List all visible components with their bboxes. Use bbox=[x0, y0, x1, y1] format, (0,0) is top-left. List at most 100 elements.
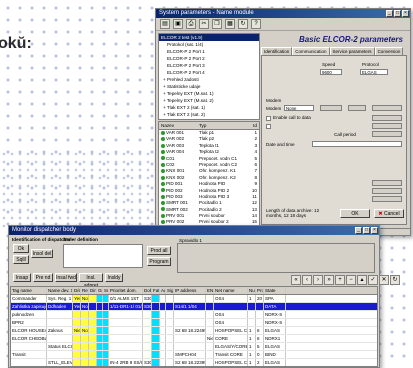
tree-item[interactable]: ELCOR-P 2 Port 1 bbox=[159, 48, 259, 55]
paste-icon[interactable]: ▦ bbox=[225, 19, 235, 29]
grid-cell[interactable]: Ref bbox=[81, 287, 89, 294]
next-record-icon[interactable]: › bbox=[313, 275, 323, 285]
modem-param-2[interactable] bbox=[348, 105, 366, 111]
list-col-id[interactable]: Id bbox=[241, 122, 257, 129]
tree-item[interactable]: ELCOR 2 test (v1.9) bbox=[159, 34, 259, 41]
tree-item[interactable]: + Tlak EXT 2 (sat. 1) bbox=[159, 104, 259, 111]
cancel-record-icon[interactable]: ✕ bbox=[379, 275, 389, 285]
table-row[interactable]: ELCOR HOUSEA Zaknus Nie No S2 68 18.224999 HO… bbox=[11, 327, 377, 335]
tree-item[interactable]: ELCOR-P 2 Port 2 bbox=[159, 55, 259, 62]
post-record-icon[interactable]: ✓ bbox=[368, 275, 378, 285]
definition-text-area[interactable] bbox=[63, 244, 143, 268]
service-field-2[interactable] bbox=[372, 188, 402, 194]
ok-button[interactable]: OK bbox=[340, 209, 370, 218]
cancel-button[interactable]: ✖ Cancel bbox=[374, 209, 404, 218]
edit-record-icon[interactable]: ▴ bbox=[357, 275, 367, 285]
grid-cell[interactable]: Tag name bbox=[11, 287, 47, 294]
table-row[interactable]: Commander Sys. Reg. 1 Yes No 0/1 ALMS 1ST S30… bbox=[11, 295, 377, 303]
dispatcher-grid[interactable]: Tag nameName dev. 1D/eRefDimGrSnPriorite… bbox=[10, 286, 378, 367]
grid-cell[interactable]: Sig bbox=[166, 287, 174, 294]
sql-button[interactable]: Sqlll bbox=[13, 255, 29, 264]
prod-all-button[interactable]: Prod all bbox=[147, 246, 171, 255]
date-time-field[interactable] bbox=[312, 141, 402, 147]
variables-list[interactable]: Nazev Typ Id VAR 001 Tlak p1 1 VAR 002 Tlak … bbox=[158, 121, 260, 235]
last-record-icon[interactable]: » bbox=[324, 275, 334, 285]
grid-cell[interactable]: Fat bbox=[152, 287, 160, 294]
print-icon[interactable]: ⎙ bbox=[186, 19, 196, 29]
monitor-close-button[interactable]: × bbox=[371, 227, 378, 234]
grid-cell[interactable]: Prioritet dom. bbox=[109, 287, 143, 294]
grid-header[interactable]: Tag nameName dev. 1D/eRefDimGrSnPriorite… bbox=[11, 287, 377, 295]
first-record-icon[interactable]: « bbox=[291, 275, 301, 285]
add-record-icon[interactable]: + bbox=[335, 275, 345, 285]
prend-button[interactable]: Pre nd bbox=[33, 273, 53, 282]
insal-fwd-button[interactable]: Insal fwd bbox=[55, 273, 77, 282]
grid-cell[interactable]: Dob bbox=[143, 287, 152, 294]
list-col-name[interactable]: Nazev bbox=[159, 122, 199, 129]
tree-item[interactable]: + Tepelny EXT (M.sat. 2) bbox=[159, 97, 259, 104]
tab-communication[interactable]: Communication bbox=[292, 47, 330, 55]
copy-icon[interactable]: ❐ bbox=[212, 19, 222, 29]
refresh-icon[interactable]: ↻ bbox=[238, 19, 248, 29]
tree-item[interactable]: ELCOR-P 2 Port 4 bbox=[159, 69, 259, 76]
modem-param-1[interactable] bbox=[320, 105, 342, 111]
tree-item[interactable]: + Statisticke udaje bbox=[159, 83, 259, 90]
protocol-select[interactable]: ELGAS bbox=[360, 69, 388, 75]
cut-icon[interactable]: ✂ bbox=[199, 19, 209, 29]
secondary-checkbox[interactable] bbox=[266, 124, 271, 129]
grid-cell[interactable]: Nub bbox=[248, 287, 256, 294]
grid-cell[interactable]: IP address bbox=[174, 287, 206, 294]
insert-delete-button[interactable]: Insol del bbox=[31, 249, 53, 258]
call-value-field[interactable] bbox=[372, 115, 402, 121]
tree-item[interactable]: Protokol (sat. 1/4) bbox=[159, 41, 259, 48]
enable-call-checkbox[interactable] bbox=[266, 116, 271, 121]
service-field-3[interactable] bbox=[372, 196, 402, 202]
tree-item[interactable]: + Tlak EXT 2 (sat. 2) bbox=[159, 111, 259, 118]
device-tree[interactable]: ELCOR 2 test (v1.9) Protokol (sat. 1/4) EL… bbox=[158, 33, 260, 120]
tree-item[interactable]: ELCOR-P 2 Port 3 bbox=[159, 62, 259, 69]
service-field-1[interactable] bbox=[372, 180, 402, 186]
monitor-maximize-button[interactable]: □ bbox=[363, 227, 370, 234]
help-icon[interactable]: ? bbox=[251, 19, 261, 29]
program-button[interactable]: Program bbox=[147, 257, 171, 266]
save-icon[interactable]: ▣ bbox=[173, 19, 183, 29]
grid-cell[interactable]: State bbox=[264, 287, 286, 294]
tab-conversion[interactable]: Conversion bbox=[374, 47, 404, 55]
tab-service-parameters[interactable]: Service parameters bbox=[329, 47, 375, 55]
prev-record-icon[interactable]: ‹ bbox=[302, 275, 312, 285]
modem-select[interactable]: None bbox=[284, 105, 314, 111]
grid-cell[interactable]: Dim bbox=[89, 287, 97, 294]
table-row[interactable]: Zahlistka zapisuje sa mnomDdhadenYesNo 1/… bbox=[11, 303, 377, 311]
grid-cell[interactable]: Net name bbox=[214, 287, 248, 294]
call-period-field[interactable] bbox=[372, 123, 402, 129]
delete-record-icon[interactable]: − bbox=[346, 275, 356, 285]
tab-identification[interactable]: Identification bbox=[261, 47, 293, 55]
ok-dispatch-button[interactable]: Ok bbox=[13, 244, 29, 253]
table-row[interactable]: ELCOR CHEDBLU Nie CORE 1 6 NDRX1 bbox=[11, 335, 377, 343]
list-col-type[interactable]: Typ bbox=[199, 122, 241, 129]
refresh-records-icon[interactable]: ↻ bbox=[390, 275, 400, 285]
close-button[interactable]: × bbox=[402, 10, 409, 17]
maximize-button[interactable]: □ bbox=[394, 10, 401, 17]
insldy-button[interactable]: Insldy bbox=[105, 273, 123, 282]
grid-cell[interactable]: ENT bbox=[206, 287, 214, 294]
insap-button[interactable]: Insap bbox=[13, 273, 31, 282]
tree-item[interactable]: + Prehled zadosti bbox=[159, 76, 259, 83]
grid-cell[interactable]: Proto bbox=[256, 287, 264, 294]
open-icon[interactable]: ▤ bbox=[160, 19, 170, 29]
table-row[interactable]: Status ELCOR ELGAS/Y/CORE15ELGAS bbox=[11, 343, 377, 351]
monitor-minimize-button[interactable]: _ bbox=[355, 227, 362, 234]
table-row[interactable]: Transit SMPCH04 Transit CORE 1 0 BIND bbox=[11, 351, 377, 359]
minimize-button[interactable]: _ bbox=[386, 10, 393, 17]
monitor-titlebar[interactable]: Monitor dispatcher body _ □ × bbox=[9, 226, 379, 235]
table-row[interactable]: puknodzen OS4 NDRX-S bbox=[11, 311, 377, 319]
modem-param-3[interactable] bbox=[372, 105, 402, 111]
speed-select[interactable]: 9600 bbox=[320, 69, 342, 75]
config-titlebar[interactable]: System parameters - Name module _ □ × bbox=[156, 9, 410, 18]
tree-item[interactable]: + Tepelny EXT (M.sat. 1) bbox=[159, 90, 259, 97]
table-row[interactable]: BPR2 OS4 NDRX-S bbox=[11, 319, 377, 327]
call-period-value[interactable] bbox=[372, 131, 402, 137]
insl-adpret-button[interactable]: Insl. adpret bbox=[79, 273, 103, 289]
grid-cell[interactable]: D/e bbox=[73, 287, 81, 294]
grid-cell[interactable]: Name dev. 1 bbox=[47, 287, 73, 294]
